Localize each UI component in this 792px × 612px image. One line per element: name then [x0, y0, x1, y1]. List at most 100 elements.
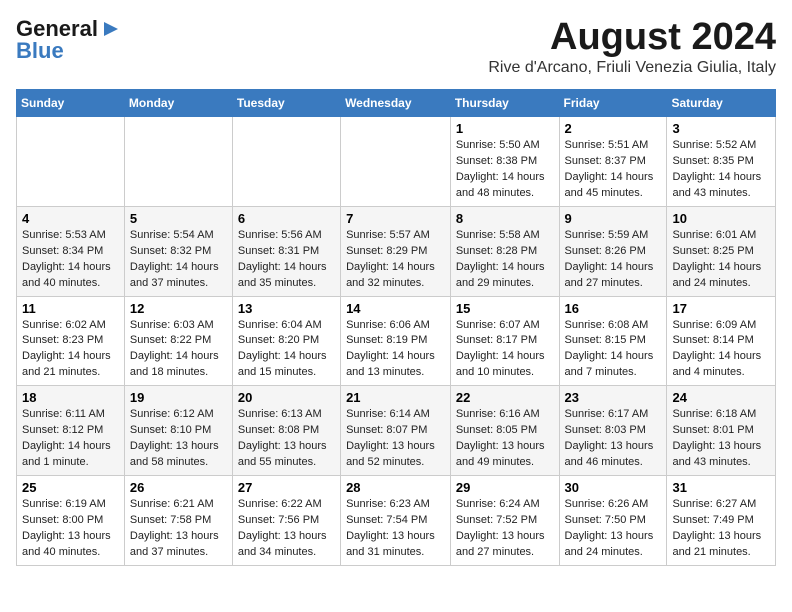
calendar-cell	[232, 117, 340, 207]
calendar-cell: 23 Sunrise: 6:17 AM Sunset: 8:03 PM Dayli…	[559, 386, 667, 476]
day-number: 24	[672, 390, 770, 405]
day-info: Sunrise: 6:03 AM Sunset: 8:22 PM Dayligh…	[130, 318, 227, 382]
calendar-cell: 8Sunrise: 5:58 AM Sunset: 8:28 PM Daylig…	[450, 206, 559, 296]
day-number: 31	[672, 480, 770, 495]
day-number: 19	[130, 390, 227, 405]
calendar-cell: 17 Sunrise: 6:09 AM Sunset: 8:14 PM Dayli…	[667, 296, 776, 386]
day-info: Sunrise: 5:50 AM Sunset: 8:38 PM Dayligh…	[456, 138, 554, 202]
day-number: 26	[130, 480, 227, 495]
day-info: Sunrise: 5:56 AM Sunset: 8:31 PM Dayligh…	[238, 228, 335, 292]
header-row: SundayMondayTuesdayWednesdayThursdayFrid…	[17, 90, 776, 117]
day-info: Sunrise: 5:54 AM Sunset: 8:32 PM Dayligh…	[130, 228, 227, 292]
calendar-cell: 11 Sunrise: 6:02 AM Sunset: 8:23 PM Dayli…	[17, 296, 125, 386]
calendar-cell: 25 Sunrise: 6:19 AM Sunset: 8:00 PM Dayli…	[17, 476, 125, 566]
calendar-cell: 10 Sunrise: 6:01 AM Sunset: 8:25 PM Dayli…	[667, 206, 776, 296]
day-info: Sunrise: 5:52 AM Sunset: 8:35 PM Dayligh…	[672, 138, 770, 202]
day-info: Sunrise: 6:18 AM Sunset: 8:01 PM Dayligh…	[672, 407, 770, 471]
logo-blue: Blue	[16, 38, 64, 64]
day-number: 14	[346, 301, 445, 316]
day-number: 4	[22, 211, 119, 226]
header-cell-friday: Friday	[559, 90, 667, 117]
day-number: 21	[346, 390, 445, 405]
day-number: 27	[238, 480, 335, 495]
header-cell-thursday: Thursday	[450, 90, 559, 117]
day-info: Sunrise: 6:01 AM Sunset: 8:25 PM Dayligh…	[672, 228, 770, 292]
week-row-2: 4Sunrise: 5:53 AM Sunset: 8:34 PM Daylig…	[17, 206, 776, 296]
day-number: 5	[130, 211, 227, 226]
calendar-cell: 28Sunrise: 6:23 AM Sunset: 7:54 PM Dayli…	[341, 476, 451, 566]
calendar-cell: 16 Sunrise: 6:08 AM Sunset: 8:15 PM Dayli…	[559, 296, 667, 386]
header-cell-monday: Monday	[124, 90, 232, 117]
calendar-cell: 6 Sunrise: 5:56 AM Sunset: 8:31 PM Daylig…	[232, 206, 340, 296]
calendar-cell: 29Sunrise: 6:24 AM Sunset: 7:52 PM Dayli…	[450, 476, 559, 566]
day-number: 30	[565, 480, 662, 495]
calendar-cell: 13 Sunrise: 6:04 AM Sunset: 8:20 PM Dayli…	[232, 296, 340, 386]
day-number: 29	[456, 480, 554, 495]
day-number: 2	[565, 121, 662, 136]
header-cell-tuesday: Tuesday	[232, 90, 340, 117]
day-info: Sunrise: 6:19 AM Sunset: 8:00 PM Dayligh…	[22, 497, 119, 561]
day-number: 23	[565, 390, 662, 405]
day-info: Sunrise: 5:57 AM Sunset: 8:29 PM Dayligh…	[346, 228, 445, 292]
calendar-cell: 21 Sunrise: 6:14 AM Sunset: 8:07 PM Dayli…	[341, 386, 451, 476]
calendar-cell: 18Sunrise: 6:11 AM Sunset: 8:12 PM Dayli…	[17, 386, 125, 476]
calendar-cell: 3Sunrise: 5:52 AM Sunset: 8:35 PM Daylig…	[667, 117, 776, 207]
week-row-1: 1Sunrise: 5:50 AM Sunset: 8:38 PM Daylig…	[17, 117, 776, 207]
day-number: 15	[456, 301, 554, 316]
day-number: 18	[22, 390, 119, 405]
header-cell-wednesday: Wednesday	[341, 90, 451, 117]
day-number: 25	[22, 480, 119, 495]
calendar-header: SundayMondayTuesdayWednesdayThursdayFrid…	[17, 90, 776, 117]
calendar-cell: 1Sunrise: 5:50 AM Sunset: 8:38 PM Daylig…	[450, 117, 559, 207]
day-info: Sunrise: 6:17 AM Sunset: 8:03 PM Dayligh…	[565, 407, 662, 471]
day-number: 22	[456, 390, 554, 405]
logo: General Blue	[16, 16, 122, 64]
calendar-cell: 12 Sunrise: 6:03 AM Sunset: 8:22 PM Dayli…	[124, 296, 232, 386]
day-info: Sunrise: 5:59 AM Sunset: 8:26 PM Dayligh…	[565, 228, 662, 292]
day-number: 17	[672, 301, 770, 316]
day-number: 9	[565, 211, 662, 226]
calendar-cell: 9 Sunrise: 5:59 AM Sunset: 8:26 PM Daylig…	[559, 206, 667, 296]
day-info: Sunrise: 5:51 AM Sunset: 8:37 PM Dayligh…	[565, 138, 662, 202]
calendar-cell: 4Sunrise: 5:53 AM Sunset: 8:34 PM Daylig…	[17, 206, 125, 296]
day-info: Sunrise: 6:09 AM Sunset: 8:14 PM Dayligh…	[672, 318, 770, 382]
header-cell-saturday: Saturday	[667, 90, 776, 117]
calendar-cell	[124, 117, 232, 207]
day-number: 20	[238, 390, 335, 405]
week-row-3: 11 Sunrise: 6:02 AM Sunset: 8:23 PM Dayli…	[17, 296, 776, 386]
day-info: Sunrise: 6:22 AM Sunset: 7:56 PM Dayligh…	[238, 497, 335, 561]
calendar-cell: 24 Sunrise: 6:18 AM Sunset: 8:01 PM Dayli…	[667, 386, 776, 476]
day-number: 13	[238, 301, 335, 316]
day-info: Sunrise: 6:27 AM Sunset: 7:49 PM Dayligh…	[672, 497, 770, 561]
day-info: Sunrise: 6:08 AM Sunset: 8:15 PM Dayligh…	[565, 318, 662, 382]
calendar-cell: 5 Sunrise: 5:54 AM Sunset: 8:32 PM Daylig…	[124, 206, 232, 296]
calendar-table: SundayMondayTuesdayWednesdayThursdayFrid…	[16, 89, 776, 566]
calendar-cell: 7Sunrise: 5:57 AM Sunset: 8:29 PM Daylig…	[341, 206, 451, 296]
day-number: 10	[672, 211, 770, 226]
calendar-cell: 14 Sunrise: 6:06 AM Sunset: 8:19 PM Dayli…	[341, 296, 451, 386]
day-number: 12	[130, 301, 227, 316]
day-info: Sunrise: 6:14 AM Sunset: 8:07 PM Dayligh…	[346, 407, 445, 471]
day-number: 11	[22, 301, 119, 316]
calendar-cell	[341, 117, 451, 207]
calendar-cell: 19 Sunrise: 6:12 AM Sunset: 8:10 PM Dayli…	[124, 386, 232, 476]
day-number: 6	[238, 211, 335, 226]
calendar-cell: 26Sunrise: 6:21 AM Sunset: 7:58 PM Dayli…	[124, 476, 232, 566]
day-info: Sunrise: 6:16 AM Sunset: 8:05 PM Dayligh…	[456, 407, 554, 471]
day-number: 8	[456, 211, 554, 226]
calendar-cell: 30 Sunrise: 6:26 AM Sunset: 7:50 PM Dayli…	[559, 476, 667, 566]
calendar-cell: 31 Sunrise: 6:27 AM Sunset: 7:49 PM Dayli…	[667, 476, 776, 566]
calendar-body: 1Sunrise: 5:50 AM Sunset: 8:38 PM Daylig…	[17, 117, 776, 566]
day-info: Sunrise: 6:04 AM Sunset: 8:20 PM Dayligh…	[238, 318, 335, 382]
day-info: Sunrise: 6:02 AM Sunset: 8:23 PM Dayligh…	[22, 318, 119, 382]
day-info: Sunrise: 6:06 AM Sunset: 8:19 PM Dayligh…	[346, 318, 445, 382]
day-info: Sunrise: 6:26 AM Sunset: 7:50 PM Dayligh…	[565, 497, 662, 561]
calendar-cell: 15Sunrise: 6:07 AM Sunset: 8:17 PM Dayli…	[450, 296, 559, 386]
location-subtitle: Rive d'Arcano, Friuli Venezia Giulia, It…	[488, 59, 776, 77]
day-number: 16	[565, 301, 662, 316]
week-row-4: 18Sunrise: 6:11 AM Sunset: 8:12 PM Dayli…	[17, 386, 776, 476]
day-info: Sunrise: 6:12 AM Sunset: 8:10 PM Dayligh…	[130, 407, 227, 471]
page-header: General Blue August 2024 Rive d'Arcano, …	[16, 16, 776, 77]
title-block: August 2024 Rive d'Arcano, Friuli Venezi…	[488, 16, 776, 77]
calendar-cell: 2 Sunrise: 5:51 AM Sunset: 8:37 PM Daylig…	[559, 117, 667, 207]
